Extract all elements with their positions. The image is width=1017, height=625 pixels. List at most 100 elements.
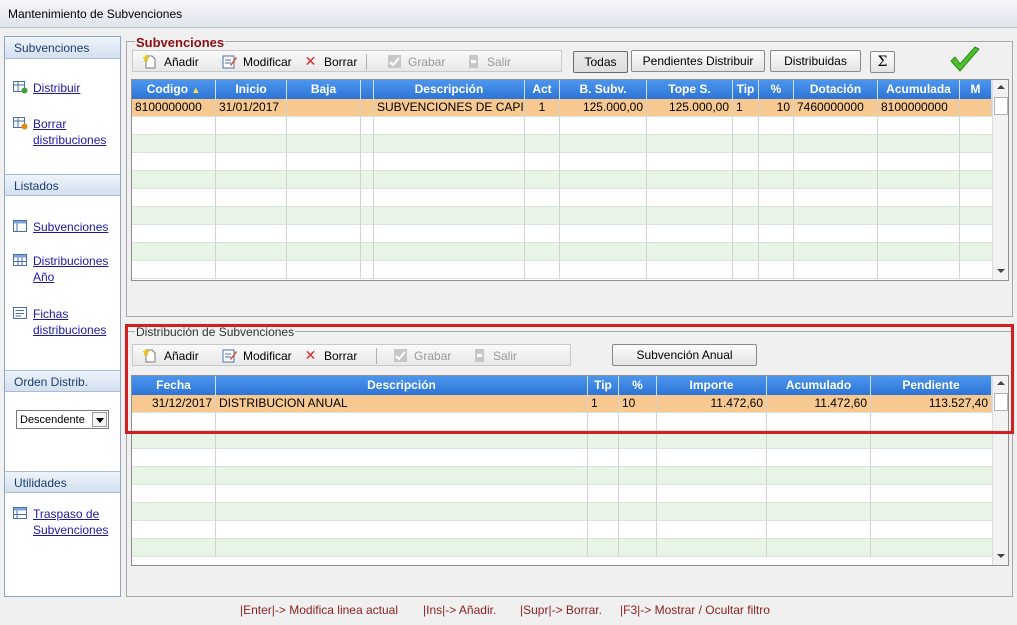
modify-button[interactable]: Modificar bbox=[222, 53, 292, 70]
col-header-tope-s[interactable]: Tope S. bbox=[647, 80, 733, 99]
scroll-thumb[interactable] bbox=[994, 97, 1008, 115]
save-button[interactable]: Grabar bbox=[387, 53, 445, 70]
cell-divider bbox=[758, 243, 759, 261]
cell-divider bbox=[587, 539, 588, 557]
subvenciones-grid-header: Codigo ▲ Inicio Baja Descripción Act B. … bbox=[132, 80, 992, 99]
cell-divider bbox=[215, 171, 216, 189]
cell-divider bbox=[793, 207, 794, 225]
scroll-up-icon[interactable] bbox=[993, 80, 1008, 96]
empty-row[interactable] bbox=[132, 503, 992, 521]
cell-divider bbox=[959, 153, 960, 171]
cell-divider bbox=[618, 521, 619, 539]
sidebar-section-orden-distrib[interactable]: Orden Distrib. bbox=[5, 370, 120, 392]
col-header-tip[interactable]: Tip bbox=[733, 80, 759, 99]
col-header-acumulada[interactable]: Acumulada bbox=[878, 80, 960, 99]
empty-row[interactable] bbox=[132, 225, 992, 243]
col-header-m[interactable]: M bbox=[960, 80, 992, 99]
cell-divider bbox=[559, 135, 560, 153]
cell-divider bbox=[646, 261, 647, 279]
cell-divider bbox=[373, 153, 374, 171]
empty-row[interactable] bbox=[132, 243, 992, 261]
sidebar-item-distribuciones-ano[interactable]: Distribuciones Año bbox=[13, 253, 120, 285]
sidebar-item-traspaso[interactable]: Traspaso de Subvenciones bbox=[13, 506, 120, 538]
col-header-baja[interactable]: Baja bbox=[287, 80, 361, 99]
cell-divider bbox=[524, 243, 525, 261]
col-header-inicio[interactable]: Inicio bbox=[216, 80, 287, 99]
grid-icon bbox=[13, 254, 27, 266]
empty-row[interactable] bbox=[132, 539, 992, 557]
col-header-descripcion[interactable]: Descripción bbox=[374, 80, 525, 99]
cell-divider bbox=[646, 243, 647, 261]
cell-divider bbox=[559, 225, 560, 243]
col-header-act[interactable]: Act bbox=[525, 80, 560, 99]
cards-icon bbox=[13, 307, 27, 319]
cell-divider bbox=[656, 449, 657, 467]
sidebar-item-fichas-distribuciones[interactable]: Fichas distribuciones bbox=[13, 306, 120, 338]
empty-row[interactable] bbox=[132, 153, 992, 171]
exit-icon bbox=[469, 55, 478, 68]
filter-all-button[interactable]: Todas bbox=[573, 51, 628, 73]
chevron-down-icon[interactable] bbox=[92, 412, 107, 427]
delete-button[interactable]: ✕ Borrar bbox=[303, 53, 358, 70]
cell-divider bbox=[373, 189, 374, 207]
cell-divider bbox=[656, 503, 657, 521]
col-header-b-subv[interactable]: B. Subv. bbox=[560, 80, 647, 99]
cell-divider bbox=[360, 153, 361, 171]
cell-divider bbox=[373, 243, 374, 261]
col-header-blank[interactable] bbox=[361, 80, 374, 99]
sidebar-section-listados[interactable]: Listados bbox=[5, 174, 120, 196]
cell-divider bbox=[732, 117, 733, 135]
empty-row[interactable] bbox=[132, 135, 992, 153]
exit-button[interactable]: Salir bbox=[466, 53, 511, 70]
cell-divider bbox=[373, 225, 374, 243]
sidebar-section-subvenciones[interactable]: Subvenciones bbox=[5, 37, 120, 59]
cell-divider bbox=[215, 243, 216, 261]
sidebar-item-borrar-distribuciones[interactable]: Borrar distribuciones bbox=[13, 116, 120, 148]
cell-divider bbox=[373, 135, 374, 153]
cell-divider bbox=[793, 171, 794, 189]
cell-divider bbox=[215, 117, 216, 135]
scroll-down-icon[interactable] bbox=[993, 263, 1008, 279]
cell-divider bbox=[646, 207, 647, 225]
cell-divider bbox=[360, 189, 361, 207]
empty-row[interactable] bbox=[132, 467, 992, 485]
cell-divider bbox=[758, 225, 759, 243]
sidebar-item-subvenciones[interactable]: Subvenciones bbox=[13, 219, 120, 235]
table-delete-icon bbox=[13, 117, 28, 130]
empty-row[interactable] bbox=[132, 171, 992, 189]
cell-divider bbox=[793, 225, 794, 243]
sidebar-section-utilidades[interactable]: Utilidades bbox=[5, 471, 120, 493]
sidebar-item-distribuir[interactable]: Distribuir bbox=[13, 80, 120, 96]
empty-row[interactable] bbox=[132, 521, 992, 539]
cell-divider bbox=[215, 153, 216, 171]
status-hint-supr: |Supr|-> Borrar. bbox=[520, 603, 602, 617]
cell-divider bbox=[524, 153, 525, 171]
filter-pending-button[interactable]: Pendientes Distribuir bbox=[631, 50, 765, 72]
empty-row[interactable] bbox=[132, 449, 992, 467]
filter-distributed-button[interactable]: Distribuidas bbox=[770, 50, 861, 72]
sum-button[interactable]: Σ bbox=[870, 51, 895, 73]
empty-row[interactable] bbox=[132, 485, 992, 503]
cell-divider bbox=[215, 135, 216, 153]
cell-divider bbox=[286, 171, 287, 189]
cell-divider bbox=[656, 467, 657, 485]
col-header-percent[interactable]: % bbox=[759, 80, 794, 99]
highlight-box bbox=[125, 324, 1014, 434]
order-select[interactable]: Descendente bbox=[16, 410, 109, 429]
empty-row[interactable] bbox=[132, 207, 992, 225]
scroll-down-icon[interactable] bbox=[993, 548, 1008, 564]
checkmark-icon[interactable] bbox=[949, 46, 981, 74]
table-row[interactable]: 8100000000 31/01/2017 SUBVENCIONES DE CA… bbox=[132, 99, 992, 117]
subvenciones-scrollbar[interactable] bbox=[992, 80, 1008, 280]
empty-row[interactable] bbox=[132, 117, 992, 135]
empty-row[interactable] bbox=[132, 189, 992, 207]
cell-divider bbox=[793, 261, 794, 279]
cell-divider bbox=[766, 539, 767, 557]
add-button[interactable]: Añadir bbox=[143, 53, 199, 70]
empty-row[interactable] bbox=[132, 261, 992, 279]
col-header-codigo[interactable]: Codigo ▲ bbox=[132, 80, 216, 99]
cell-divider bbox=[559, 243, 560, 261]
order-select-value: Descendente bbox=[20, 414, 85, 426]
col-header-dotacion[interactable]: Dotación bbox=[794, 80, 878, 99]
cell-divider bbox=[877, 207, 878, 225]
